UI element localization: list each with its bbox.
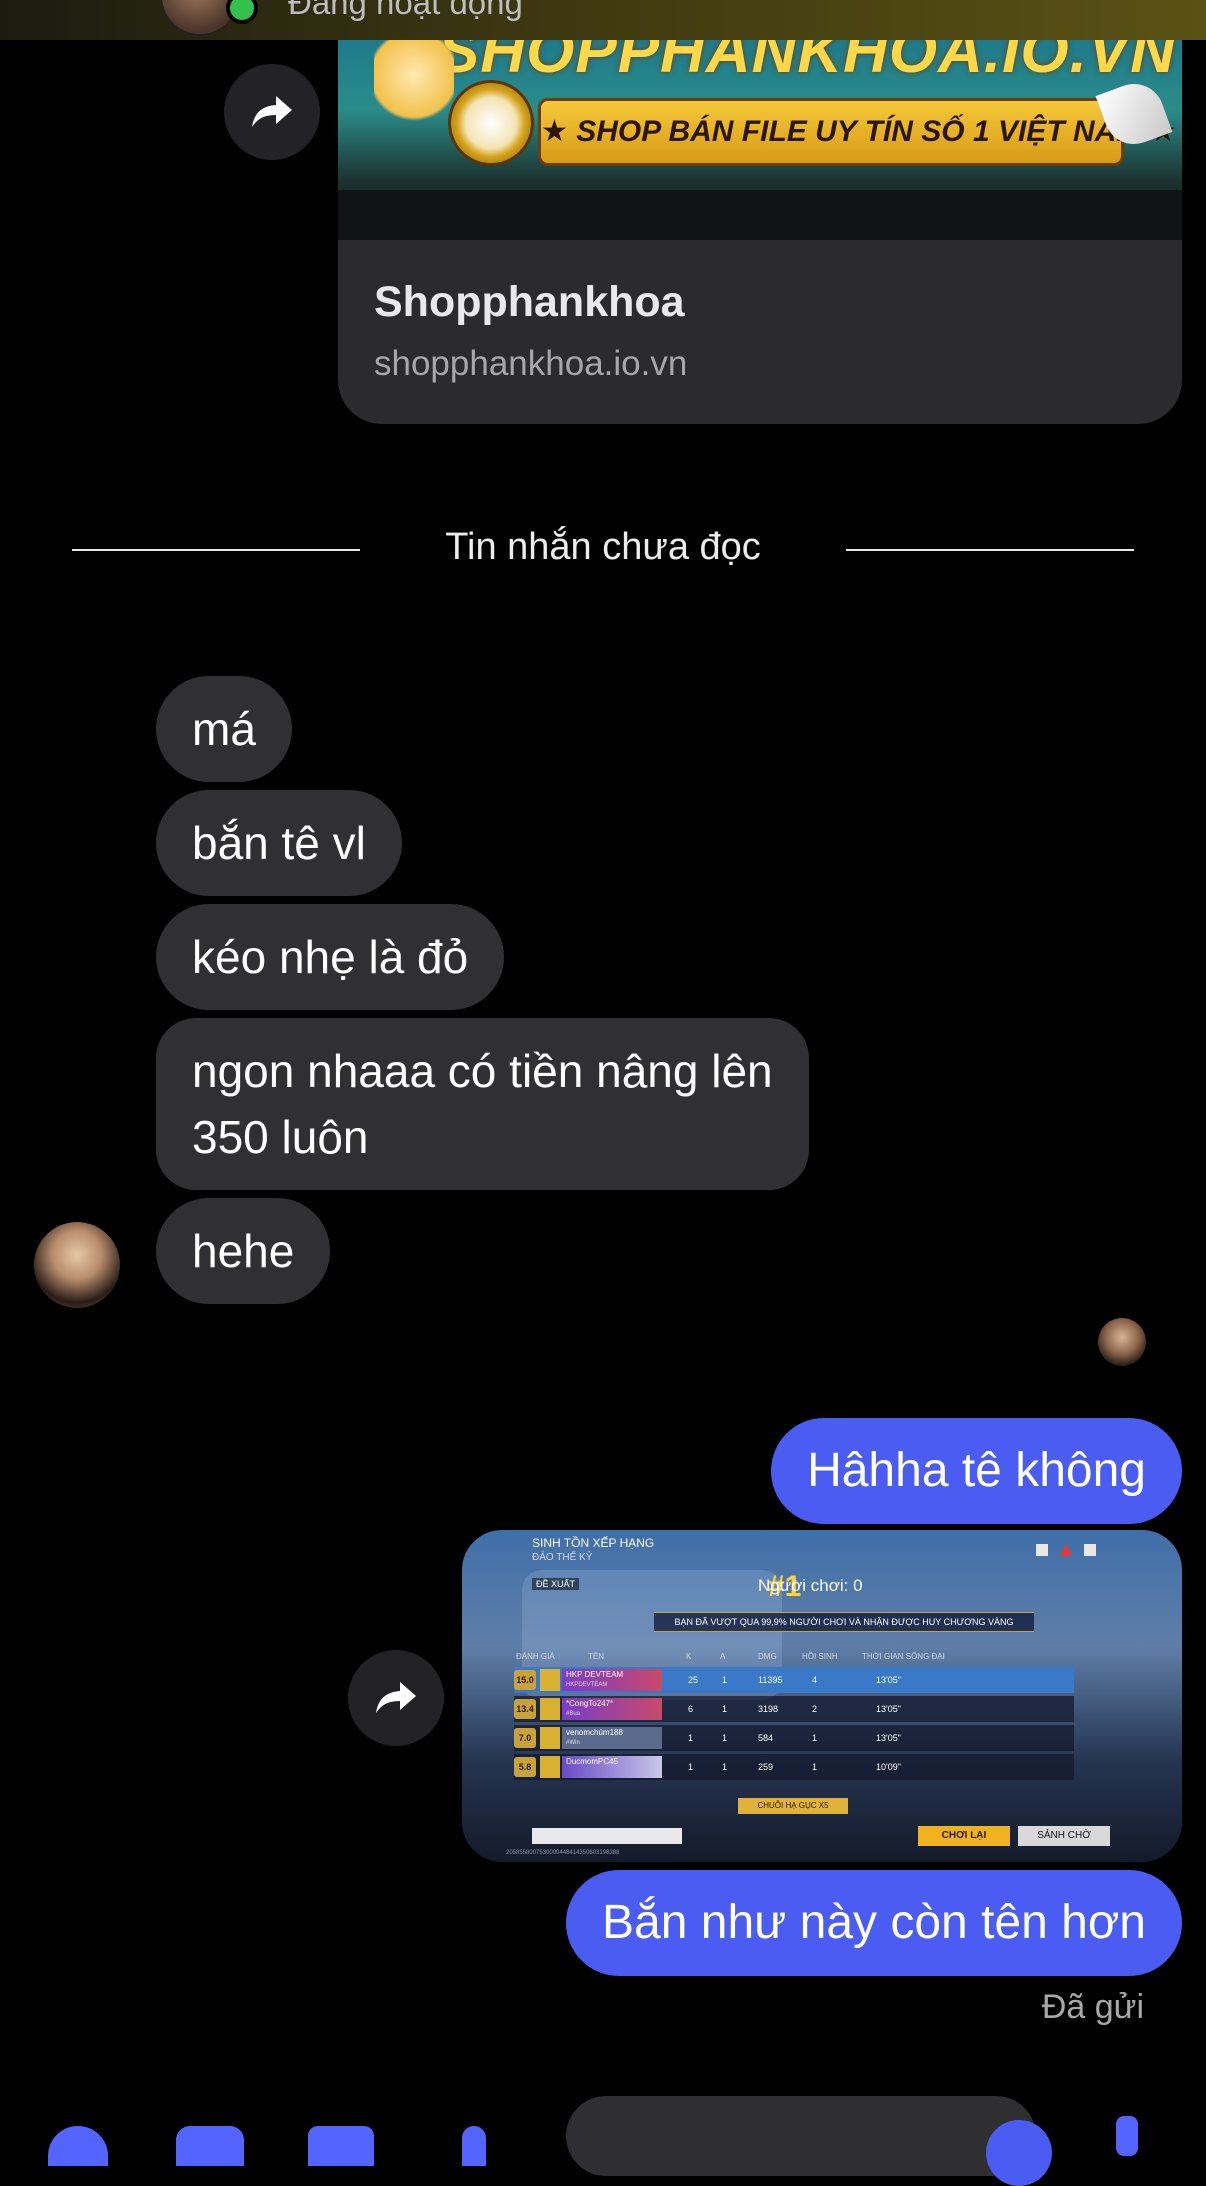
player-kills: 1 xyxy=(688,1733,694,1743)
banner-slogan-strip: ★ SHOP BÁN FILE UY TÍN SỐ 1 VIỆT NAM ★ xyxy=(538,98,1177,166)
seen-receipt-avatar xyxy=(1098,1318,1146,1366)
incoming-message[interactable]: má xyxy=(156,676,292,782)
message-input[interactable] xyxy=(566,2096,1036,2176)
outgoing-message[interactable]: Bắn như này còn tên hơn xyxy=(566,1870,1182,1976)
game-result-screenshot[interactable]: SINH TỒN XẾP HẠNG ĐẢO THẾ KỶ ĐỀ XUẤT #1 … xyxy=(462,1530,1182,1862)
game-streak-badge: CHUỖI HẠ GỤC X5 xyxy=(738,1798,848,1814)
column-header: ĐÁNH GIÁ xyxy=(516,1652,555,1661)
active-status: Đang hoạt động xyxy=(288,0,523,21)
game-mode-title: SINH TỒN XẾP HẠNG xyxy=(532,1536,655,1550)
player-survival-time: 13'05" xyxy=(876,1704,901,1714)
link-preview-url: shopphankhoa.io.vn xyxy=(374,344,688,383)
player-assists: 1 xyxy=(722,1733,728,1743)
player-damage: 3198 xyxy=(758,1704,779,1714)
player-kills: 6 xyxy=(688,1704,694,1714)
player-score: 7.0 xyxy=(514,1728,536,1748)
player-damage: 259 xyxy=(758,1762,774,1772)
link-preview-title: Shopphankhoa xyxy=(374,278,685,326)
column-header: THỜI GIAN SỐNG ĐẠI xyxy=(862,1652,945,1661)
contact-avatar[interactable] xyxy=(34,1222,120,1308)
column-header: DMG xyxy=(758,1652,777,1661)
player-revives: 1 xyxy=(812,1762,818,1772)
banner-shadow xyxy=(338,190,1182,240)
incoming-message[interactable]: hehe xyxy=(156,1198,331,1304)
incoming-message[interactable]: kéo nhẹ là đỏ xyxy=(156,904,505,1010)
game-report-icon xyxy=(1084,1544,1096,1556)
banner-mascot xyxy=(374,40,454,140)
mic-icon[interactable] xyxy=(462,2126,486,2166)
game-scoreboard: ĐÁNH GIÁ TÊN K A DMG HỒI SINH THỜI GIAN … xyxy=(514,1650,1074,1783)
incoming-message[interactable]: ngon nhaaa có tiền nâng lên 350 luôn xyxy=(156,1018,809,1190)
player-revives: 2 xyxy=(812,1704,818,1714)
game-lobby-button: SẢNH CHỜ xyxy=(1018,1826,1110,1846)
player-revives: 1 xyxy=(812,1733,818,1743)
forward-arrow-icon xyxy=(252,96,292,127)
scoreboard-row: 7.0 venomchúm188 #Win 1 1 584 1 13'05" xyxy=(514,1725,1074,1751)
divider-line-right xyxy=(846,549,1134,551)
game-match-id: 2058558007530000448414350603198388 xyxy=(506,1850,620,1856)
player-kills: 1 xyxy=(688,1762,694,1772)
column-header: TÊN xyxy=(588,1652,604,1661)
banner-clock-icon xyxy=(448,80,534,166)
player-damage: 11395 xyxy=(758,1675,783,1685)
column-header: HỒI SINH xyxy=(802,1652,838,1661)
player-tag: #Bua xyxy=(566,1711,581,1717)
forward-button[interactable] xyxy=(224,64,320,160)
player-score: 5.8 xyxy=(514,1757,536,1777)
like-icon[interactable] xyxy=(1116,2116,1138,2156)
player-tag: #Win xyxy=(566,1740,580,1746)
outgoing-message[interactable]: Hâhha tê không xyxy=(771,1418,1182,1524)
game-warning-icon xyxy=(1060,1544,1072,1556)
scoreboard-header: ĐÁNH GIÁ TÊN K A DMG HỒI SINH THỜI GIAN … xyxy=(514,1650,1074,1664)
scoreboard-row: 13.4 *CongTo247* #Bua 6 1 3198 2 13'05" xyxy=(514,1696,1074,1722)
message-sent-status: Đã gửi xyxy=(1041,1988,1144,2026)
player-avatar xyxy=(540,1698,560,1720)
player-revives: 4 xyxy=(812,1675,818,1685)
forward-arrow-icon xyxy=(376,1682,416,1713)
player-avatar xyxy=(540,1756,560,1778)
player-damage: 584 xyxy=(758,1733,774,1743)
banner-slogan: ★ SHOP BÁN FILE UY TÍN SỐ 1 VIỆT NAM ★ xyxy=(541,115,1177,148)
divider-line-left xyxy=(72,549,360,551)
game-achievement-banner: BẠN ĐÃ VƯỢT QUA 99,9% NGƯỜI CHƠI VÀ NHẬN… xyxy=(654,1612,1034,1632)
unread-divider-label: Tin nhắn chưa đọc xyxy=(445,526,761,568)
player-assists: 1 xyxy=(722,1762,728,1772)
game-propose-tag: ĐỀ XUẤT xyxy=(532,1578,580,1590)
player-avatar xyxy=(540,1727,560,1749)
link-preview-card[interactable]: SHOPPHANKHOA.IO.VN ★ SHOP BÁN FILE UY TÍ… xyxy=(338,40,1182,424)
game-play-again-button: CHƠI LẠI xyxy=(918,1826,1010,1846)
player-assists: 1 xyxy=(722,1704,728,1714)
player-avatar xyxy=(540,1669,560,1691)
game-result-tabs xyxy=(532,1828,682,1844)
plus-icon[interactable] xyxy=(48,2126,108,2166)
forward-button[interactable] xyxy=(348,1650,444,1746)
player-assists: 1 xyxy=(722,1675,728,1685)
incoming-message[interactable]: bắn tê vl xyxy=(156,790,402,896)
banner-title: SHOPPHANKHOA.IO.VN xyxy=(438,40,1176,86)
game-player-count: Người chơi: 0 xyxy=(758,1576,863,1595)
player-survival-time: 13'05" xyxy=(876,1675,901,1685)
gallery-icon[interactable] xyxy=(308,2126,374,2166)
game-settings-icon xyxy=(1036,1544,1048,1556)
scoreboard-row: 15.0 HKP DEVTEAM HKPDEVTEAM 25 1 11395 4… xyxy=(514,1667,1074,1693)
player-survival-time: 10'09" xyxy=(876,1762,901,1772)
game-mode-subtitle: ĐẢO THẾ KỶ xyxy=(532,1552,593,1563)
emoji-icon[interactable] xyxy=(986,2120,1052,2186)
camera-icon[interactable] xyxy=(176,2126,244,2166)
scoreboard-row: 5.8 DucmomPC45 1 1 259 1 10'09" xyxy=(514,1754,1074,1780)
player-score: 13.4 xyxy=(514,1699,536,1719)
player-score: 15.0 xyxy=(514,1670,536,1690)
player-survival-time: 13'05" xyxy=(876,1733,901,1743)
column-header: A xyxy=(720,1652,726,1661)
column-header: K xyxy=(686,1652,692,1661)
player-name: DucmomPC45 xyxy=(566,1757,619,1766)
player-tag: HKPDEVTEAM xyxy=(566,1682,608,1688)
chat-header: Đang hoạt động xyxy=(0,0,1206,40)
link-preview-image: SHOPPHANKHOA.IO.VN ★ SHOP BÁN FILE UY TÍ… xyxy=(338,40,1182,240)
player-kills: 25 xyxy=(688,1675,699,1685)
